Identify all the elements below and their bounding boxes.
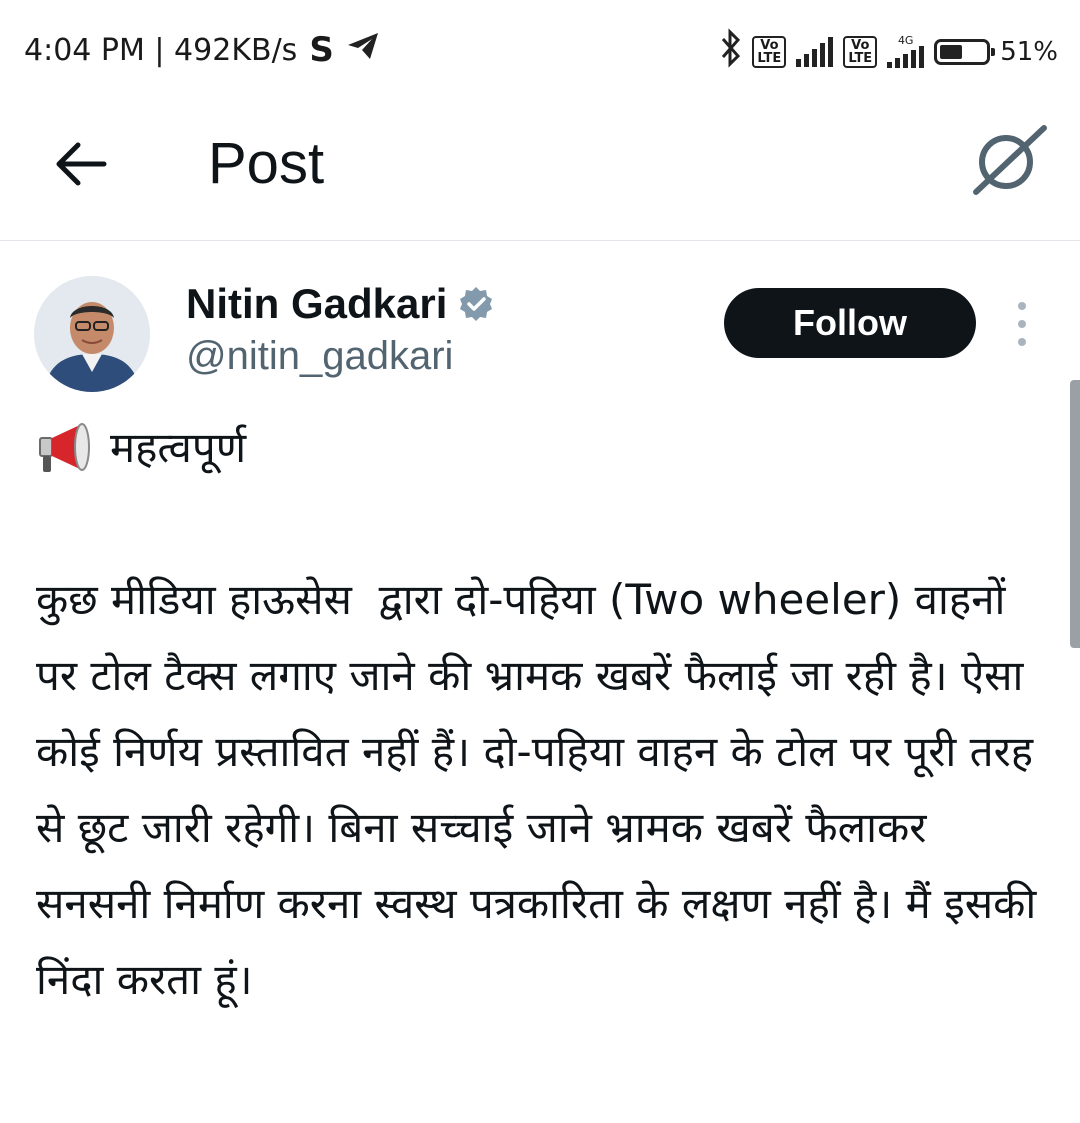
more-options-icon[interactable] [1010, 302, 1034, 346]
verified-badge-icon [460, 287, 493, 321]
signal-1-icon [796, 36, 834, 67]
tweet-headline-text: महत्वपूर्ण [110, 423, 247, 472]
tweet-headline: महत्वपूर्ण [36, 410, 1046, 486]
status-bar: 4:04 PM | 492KB/s S Vo LTE Vo LTE 4G 51% [0, 0, 1080, 100]
s-app-icon: S [309, 30, 334, 70]
battery-percent: 51% [1000, 36, 1058, 67]
telegram-icon [346, 31, 380, 69]
follow-button[interactable]: Follow [724, 288, 976, 358]
back-arrow-icon[interactable] [52, 136, 112, 192]
scrollbar[interactable] [1070, 380, 1080, 648]
tweet-text: महत्वपूर्ण कुछ मीडिया हाऊसेस द्वारा दो-प… [36, 410, 1046, 1018]
grok-icon[interactable] [972, 124, 1048, 196]
avatar[interactable] [34, 276, 150, 392]
author-name-row: Nitin Gadkari [186, 280, 495, 328]
signal-2-icon: 4G [887, 35, 925, 68]
tweet-body: कुछ मीडिया हाऊसेस द्वारा दो-पहिया (Two w… [36, 575, 1050, 1004]
megaphone-icon [39, 423, 90, 472]
post-header: Post [0, 100, 1080, 241]
author-handle[interactable]: @nitin_gadkari [186, 334, 453, 379]
battery-icon [934, 38, 996, 65]
status-time-speed: 4:04 PM | 492KB/s [24, 32, 298, 68]
volte-icon-2: Vo LTE [843, 35, 878, 68]
volte-icon: Vo LTE [752, 35, 787, 68]
bluetooth-icon [720, 28, 742, 75]
page-title: Post [208, 131, 325, 196]
author-name[interactable]: Nitin Gadkari [186, 280, 447, 328]
